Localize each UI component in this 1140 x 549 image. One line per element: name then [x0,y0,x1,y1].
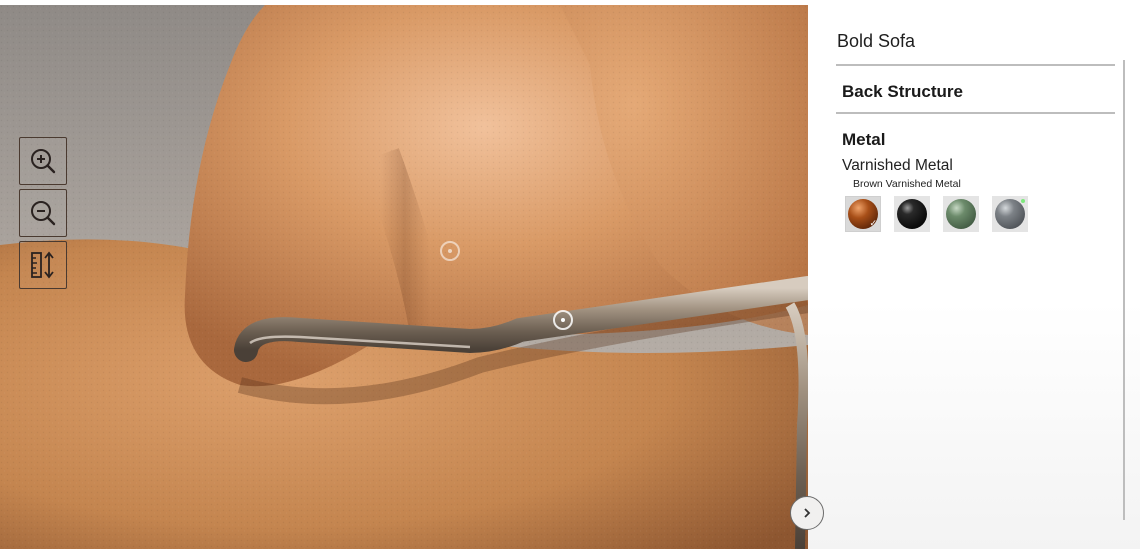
configurator-panel: Bold Sofa Back Structure Metal Varnished… [808,0,1140,549]
sphere-green-icon [946,199,976,229]
swatch-list: ✓ [845,196,1028,232]
material-group-label: Varnished Metal [842,157,953,174]
zoom-in-button[interactable] [19,137,67,185]
divider [836,64,1115,66]
zoom-in-icon [31,149,56,174]
product-title: Bold Sofa [837,31,916,51]
section-metal[interactable]: Metal [842,130,885,150]
section-back-structure[interactable]: Back Structure [842,82,963,102]
sofa-render [0,5,808,549]
swatch-black[interactable] [894,196,930,232]
zoom-out-button[interactable] [19,189,67,237]
hotspot-metal[interactable] [553,310,573,330]
check-icon: ✓ [869,218,877,228]
zoom-out-icon [31,201,56,226]
ruler-icon [31,251,54,279]
measure-button[interactable] [19,241,67,289]
panel-scrollbar[interactable] [1123,60,1125,520]
swatch-brown[interactable]: ✓ [845,196,881,232]
swatch-green[interactable] [943,196,979,232]
swatch-grey[interactable] [992,196,1028,232]
sphere-grey-icon [995,199,1025,229]
next-button[interactable] [790,496,824,530]
selected-material-label: Brown Varnished Metal [853,178,961,190]
3d-viewport[interactable] [0,5,808,549]
chevron-right-icon [804,508,811,518]
hotspot-back-structure[interactable] [440,241,460,261]
status-dot-icon [1021,199,1025,203]
divider [836,112,1115,114]
sphere-black-icon [897,199,927,229]
